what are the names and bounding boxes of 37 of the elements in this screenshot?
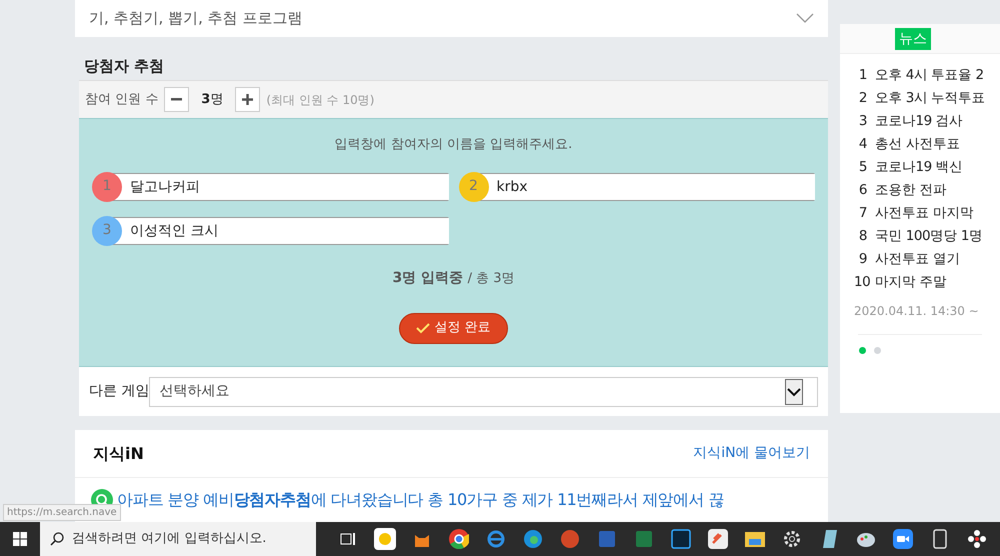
count-value: 3명	[200, 91, 224, 110]
number-badge: 1	[92, 172, 122, 202]
input-status: 3명 입력중 / 총 3명	[392, 268, 514, 288]
news-item[interactable]: 9 사전투표 열기	[854, 248, 1000, 271]
search-text: 기, 추첨기, 뽑기, 추첨 프로그램	[89, 8, 302, 30]
plus-button[interactable]	[235, 87, 260, 112]
news-item[interactable]: 2 오후 3시 누적투표	[854, 87, 1000, 110]
search-icon	[50, 532, 64, 546]
number-badge: 2	[458, 172, 488, 202]
section-title: 당첨자 추첨	[83, 56, 166, 77]
taskbar-search[interactable]: 검색하려면 여기에 입력하십시오.	[40, 522, 316, 556]
minus-button[interactable]	[164, 87, 190, 112]
news-item[interactable]: 5 코로나19 백신	[854, 156, 1000, 179]
news-item[interactable]: 7 사전투표 마지막	[854, 202, 1000, 225]
minus-icon	[171, 98, 182, 102]
game-select[interactable]: 선택하세요	[149, 376, 818, 407]
news-item[interactable]: 8 국민 100명당 1명	[854, 225, 1000, 248]
news-item[interactable]: 4 총선 사전투표	[854, 133, 1000, 156]
instruction-text: 입력창에 참여자의 이름을 입력해주세요.	[334, 136, 572, 154]
news-item[interactable]: 1 오후 4시 투표율 2	[854, 64, 1000, 87]
dropdown-icon	[785, 378, 803, 405]
plus-icon	[242, 94, 254, 106]
number-badge: 3	[92, 216, 122, 246]
news-timestamp: 2020.04.11. 14:30 ~	[854, 303, 980, 320]
chevron-down-icon[interactable]	[796, 13, 814, 24]
news-item[interactable]: 10 마지막 주말	[854, 271, 1000, 294]
windows-icon	[13, 532, 27, 546]
news-item[interactable]: 6 조용한 전파	[854, 179, 1000, 202]
count-label: 참여 인원 수	[85, 91, 158, 110]
ask-link[interactable]: 지식iN에 물어보기	[693, 443, 810, 464]
status-url: https://m.search.nave	[3, 504, 121, 521]
complete-button[interactable]: 설정 완료	[399, 312, 508, 344]
other-game-label: 다른 게임	[89, 382, 150, 402]
check-icon	[416, 322, 430, 334]
knowledge-title: 지식iN	[93, 442, 144, 465]
news-item[interactable]: 3 코로나19 검사	[854, 110, 1000, 133]
max-note: (최대 인원 수 10명)	[266, 92, 374, 109]
